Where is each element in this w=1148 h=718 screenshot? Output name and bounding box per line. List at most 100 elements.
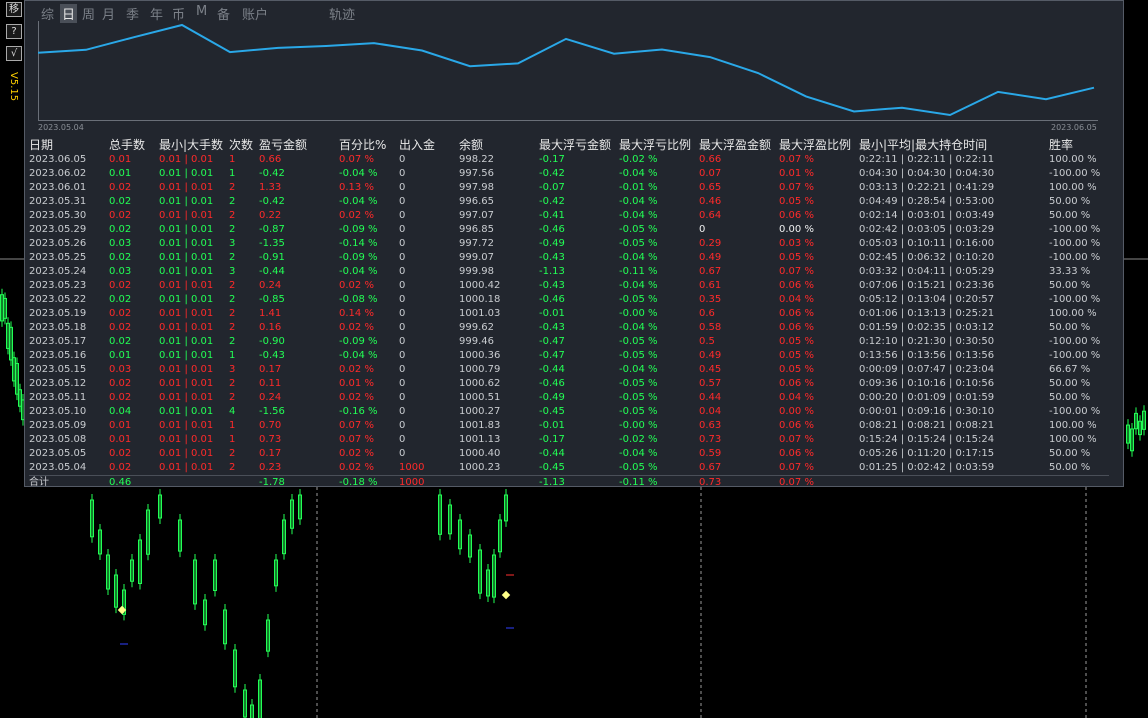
cell-mflp: -0.04 % xyxy=(619,322,658,333)
table-header: 日期 总手数 最小|大手数 次数 盈亏金额 百分比% 出入金 余额 最大浮亏金额 最大浮亏比例 最大… xyxy=(29,137,1109,153)
tab-7[interactable]: M xyxy=(196,4,207,19)
cell-mfl: -0.43 xyxy=(539,280,565,291)
cell-pct: -0.04 % xyxy=(339,196,378,207)
cell-mfp: 0.6 xyxy=(699,308,715,319)
cell-date: 2023.06.05 xyxy=(29,154,87,165)
cell-minmax: 0.01 | 0.01 xyxy=(159,462,214,473)
cell-mfp: 0.44 xyxy=(699,392,722,403)
equity-end-date: 2023.06.05 xyxy=(1051,123,1097,132)
cell-mfpp: 0.06 % xyxy=(779,448,814,459)
cell-bal: 997.56 xyxy=(459,168,494,179)
total-mfpp: 0.07 % xyxy=(779,475,859,490)
cell-flow: 0 xyxy=(399,182,406,193)
cell-lots: 0.03 xyxy=(109,364,132,375)
cell-flow: 0 xyxy=(399,196,406,207)
cell-flow: 0 xyxy=(399,322,406,333)
cell-mflp: -0.04 % xyxy=(619,196,658,207)
cell-mfl: -0.42 xyxy=(539,168,565,179)
cell-win: 66.67 % xyxy=(1049,364,1091,375)
check-button[interactable]: √ xyxy=(6,46,22,61)
cell-hold: 0:00:09 | 0:07:47 | 0:23:04 xyxy=(859,364,995,375)
cell-mfpp: 0.06 % xyxy=(779,308,814,319)
cell-mfpp: 0.00 % xyxy=(779,406,814,417)
cell-date: 2023.05.25 xyxy=(29,252,87,263)
cell-mfl: -0.45 xyxy=(539,406,565,417)
table-row: 2023.05.26 0.03 0.01 | 0.01 3 -1.35 -0.14 % 0 9… xyxy=(29,237,1109,251)
cell-bal: 1000.62 xyxy=(459,378,501,389)
cell-win: -100.00 % xyxy=(1049,252,1101,263)
cell-flow: 0 xyxy=(399,210,406,221)
cell-mfpp: 0.07 % xyxy=(779,434,814,445)
cell-pct: -0.04 % xyxy=(339,266,378,277)
cell-mfp: 0.5 xyxy=(699,336,715,347)
cell-mflp: -0.04 % xyxy=(619,448,658,459)
cell-pct: 0.02 % xyxy=(339,448,374,459)
cell-hold: 0:04:49 | 0:28:54 | 0:53:00 xyxy=(859,196,995,207)
column-header: 日期 xyxy=(29,138,54,152)
cell-win: 100.00 % xyxy=(1049,154,1097,165)
cell-pnl: 1.33 xyxy=(259,182,282,193)
cell-pct: -0.16 % xyxy=(339,406,378,417)
cell-date: 2023.05.16 xyxy=(29,350,87,361)
cell-pct: 0.14 % xyxy=(339,308,374,319)
cell-lots: 0.02 xyxy=(109,448,132,459)
cell-mfp: 0.49 xyxy=(699,252,722,263)
cell-hold: 0:05:26 | 0:11:20 | 0:17:15 xyxy=(859,448,995,459)
table-row: 2023.05.24 0.03 0.01 | 0.01 3 -0.44 -0.04 % 0 9… xyxy=(29,265,1109,279)
cell-minmax: 0.01 | 0.01 xyxy=(159,392,214,403)
cell-mfl: -0.41 xyxy=(539,210,565,221)
cell-minmax: 0.01 | 0.01 xyxy=(159,224,214,235)
cell-pnl: 0.17 xyxy=(259,448,282,459)
cell-pct: -0.09 % xyxy=(339,224,378,235)
cell-hold: 0:05:03 | 0:10:11 | 0:16:00 xyxy=(859,238,995,249)
cell-mfp: 0.57 xyxy=(699,378,722,389)
cell-mfl: -0.17 xyxy=(539,434,565,445)
cell-mflp: -0.04 % xyxy=(619,168,658,179)
cell-flow: 0 xyxy=(399,378,406,389)
cell-hold: 0:03:32 | 0:04:11 | 0:05:29 xyxy=(859,266,995,277)
move-button[interactable]: 移 xyxy=(6,2,22,17)
cell-mfl: -0.43 xyxy=(539,252,565,263)
cell-minmax: 0.01 | 0.01 xyxy=(159,252,214,263)
cell-minmax: 0.01 | 0.01 xyxy=(159,406,214,417)
cell-minmax: 0.01 | 0.01 xyxy=(159,280,214,291)
cell-minmax: 0.01 | 0.01 xyxy=(159,196,214,207)
cell-lots: 0.02 xyxy=(109,280,132,291)
cell-flow: 0 xyxy=(399,154,406,165)
cell-pct: -0.08 % xyxy=(339,294,378,305)
cell-hold: 0:07:06 | 0:15:21 | 0:23:36 xyxy=(859,280,995,291)
column-header: 最大浮亏比例 xyxy=(619,138,692,152)
cell-pnl: 1.41 xyxy=(259,308,282,319)
column-header: 最小|大手数 xyxy=(159,138,224,152)
cell-lots: 0.02 xyxy=(109,224,132,235)
cell-mfpp: 0.06 % xyxy=(779,210,814,221)
cell-mflp: -0.04 % xyxy=(619,252,658,263)
cell-flow: 0 xyxy=(399,406,406,417)
cell-bal: 1000.40 xyxy=(459,448,501,459)
cell-mfpp: 0.04 % xyxy=(779,392,814,403)
cell-lots: 0.03 xyxy=(109,266,132,277)
cell-flow: 0 xyxy=(399,364,406,375)
cell-flow: 0 xyxy=(399,280,406,291)
cell-flow: 0 xyxy=(399,420,406,431)
cell-mflp: -0.04 % xyxy=(619,210,658,221)
cell-lots: 0.04 xyxy=(109,406,132,417)
cell-lots: 0.02 xyxy=(109,252,132,263)
help-button[interactable]: ? xyxy=(6,24,22,39)
version-label: V5.15 xyxy=(8,72,19,102)
cell-count: 2 xyxy=(229,392,236,403)
cell-mfp: 0.45 xyxy=(699,364,722,375)
cell-pct: -0.14 % xyxy=(339,238,378,249)
cell-bal: 999.46 xyxy=(459,336,494,347)
cell-pct: 0.02 % xyxy=(339,392,374,403)
cell-count: 2 xyxy=(229,308,236,319)
table-row: 2023.05.09 0.01 0.01 | 0.01 1 0.70 0.07 % 0 100… xyxy=(29,419,1109,433)
cell-hold: 0:00:20 | 0:01:09 | 0:01:59 xyxy=(859,392,995,403)
cell-count: 1 xyxy=(229,420,236,431)
cell-pct: -0.04 % xyxy=(339,350,378,361)
cell-flow: 1000 xyxy=(399,462,425,473)
cell-pct: -0.04 % xyxy=(339,168,378,179)
cell-minmax: 0.01 | 0.01 xyxy=(159,350,214,361)
cell-mflp: -0.11 % xyxy=(619,266,658,277)
column-header: 最大浮盈比例 xyxy=(779,138,852,152)
